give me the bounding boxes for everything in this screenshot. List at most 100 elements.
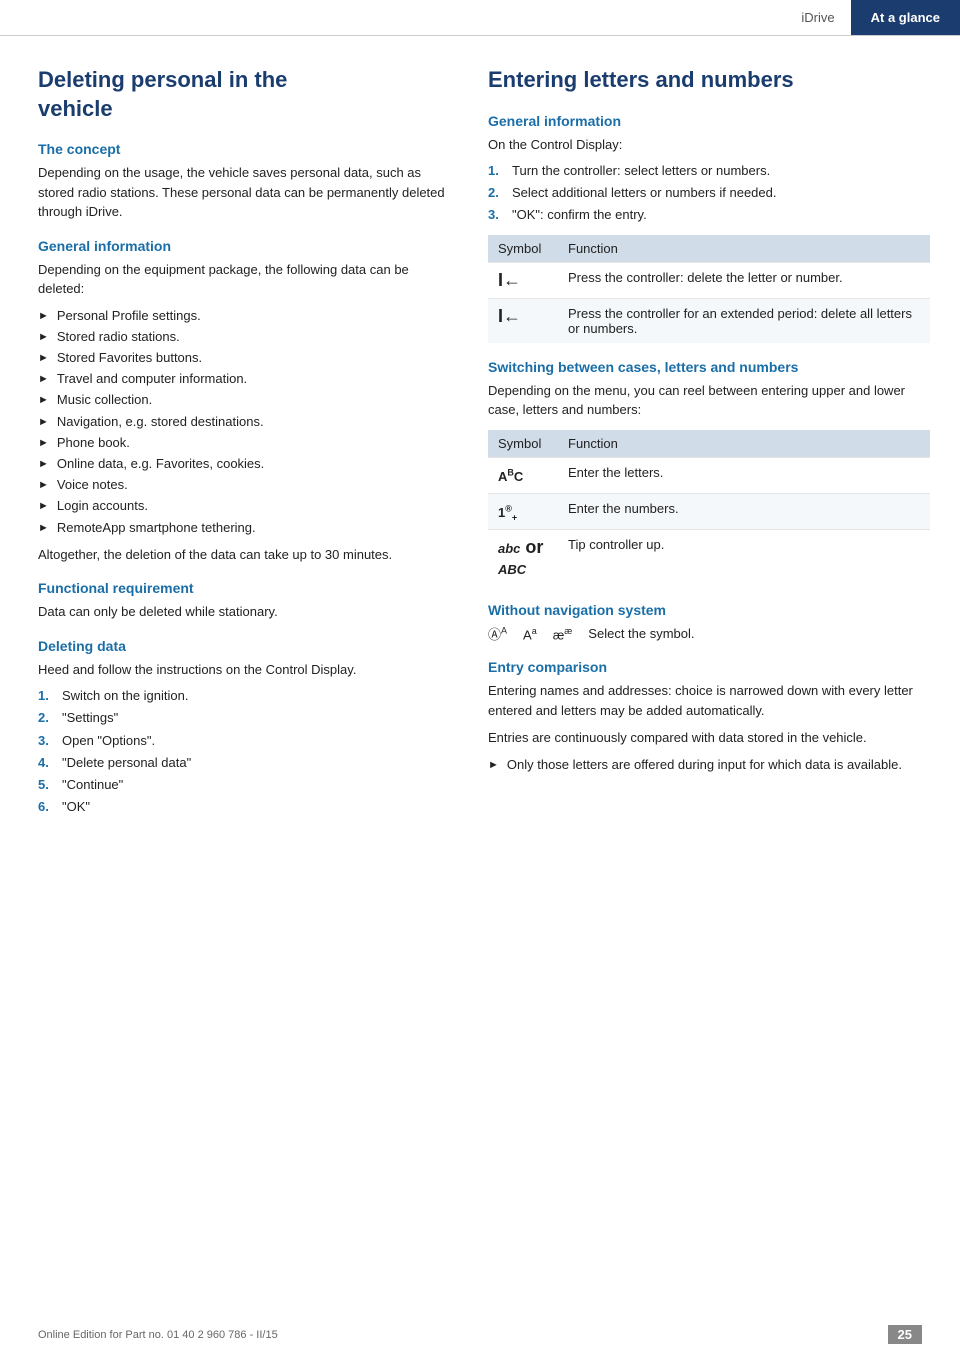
table-symbol: I← [488, 262, 558, 298]
bullet-arrow-icon: ► [38, 330, 49, 345]
left-section3-body: Data can only be deleted while stationar… [38, 602, 458, 622]
right-section1-table: Symbol Function I←Press the controller: … [488, 235, 930, 343]
left-section3-heading: Functional requirement [38, 580, 458, 596]
table-row: I←Press the controller: delete the lette… [488, 262, 930, 298]
table-function: Press the controller for an extended per… [558, 298, 930, 343]
bullet-arrow-icon: ► [38, 436, 49, 451]
bullet-arrow-icon: ► [488, 758, 499, 773]
step-number: 1. [488, 162, 504, 180]
left-section4-heading: Deleting data [38, 638, 458, 654]
bullet-arrow-icon: ► [38, 372, 49, 387]
list-item: ►Phone book. [38, 434, 458, 452]
list-item: ►Personal Profile settings. [38, 307, 458, 325]
table-row: I←Press the controller for an extended p… [488, 298, 930, 343]
bullet-arrow-icon: ► [38, 521, 49, 536]
table2-col1-header: Symbol [488, 430, 558, 458]
nav-symbol-2: Aa [523, 626, 537, 642]
list-item: ►Online data, e.g. Favorites, cookies. [38, 455, 458, 473]
header-idrive-label: iDrive [785, 0, 850, 35]
bullet-arrow-icon: ► [38, 393, 49, 408]
symbol-ABC: ABC [498, 562, 526, 577]
table-symbol: 1®+ [488, 493, 558, 530]
list-item: ►Travel and computer information. [38, 370, 458, 388]
step-number: 3. [488, 206, 504, 224]
symbol-abc: ABC [498, 469, 523, 484]
footer-copyright: Online Edition for Part no. 01 40 2 960 … [38, 1329, 278, 1341]
left-section2-heading: General information [38, 238, 458, 254]
left-section2-bullets: ►Personal Profile settings.►Stored radio… [38, 307, 458, 537]
left-section2-intro: Depending on the equipment package, the … [38, 260, 458, 299]
step-number: 5. [38, 776, 54, 794]
table-function: Press the controller: delete the letter … [558, 262, 930, 298]
symbol-abc-ABC: abc [498, 541, 520, 556]
table-symbol: I← [488, 298, 558, 343]
page-footer: Online Edition for Part no. 01 40 2 960 … [0, 1325, 960, 1344]
list-item: ►Login accounts. [38, 497, 458, 515]
bullet-arrow-icon: ► [38, 309, 49, 324]
left-column: Deleting personal in the vehicle The con… [38, 66, 458, 824]
list-item: 6."OK" [38, 798, 458, 816]
left-page-title: Deleting personal in the vehicle [38, 66, 458, 123]
right-section2-intro: Depending on the menu, you can reel betw… [488, 381, 930, 420]
list-item: 2."Settings" [38, 709, 458, 727]
right-section4-bullets: ► Only those letters are offered during … [488, 756, 930, 774]
header-at-a-glance-label: At a glance [851, 0, 960, 35]
table-symbol: ABC [488, 457, 558, 493]
bullet-arrow-icon: ► [38, 415, 49, 430]
right-section4-body2: Entries are continuously compared with d… [488, 728, 930, 748]
page-header: iDrive At a glance [0, 0, 960, 36]
list-item: ►Music collection. [38, 391, 458, 409]
list-item: ► Only those letters are offered during … [488, 756, 930, 774]
table-function: Enter the letters. [558, 457, 930, 493]
step-number: 2. [488, 184, 504, 202]
list-item: 1.Switch on the ignition. [38, 687, 458, 705]
step-number: 2. [38, 709, 54, 727]
right-page-title: Entering letters and numbers [488, 66, 930, 95]
table-row: 1®+ Enter the numbers. [488, 493, 930, 530]
bullet-arrow-icon: ► [38, 499, 49, 514]
page-number: 25 [888, 1325, 922, 1344]
left-section4-intro: Heed and follow the instructions on the … [38, 660, 458, 680]
right-section3-heading: Without navigation system [488, 602, 930, 618]
right-column: Entering letters and numbers General inf… [488, 66, 930, 824]
nav-symbol-3: ææ [553, 626, 573, 642]
list-item: ►Voice notes. [38, 476, 458, 494]
table1-col1-header: Symbol [488, 235, 558, 263]
right-section1-heading: General information [488, 113, 930, 129]
nav-symbol-select-text: Select the symbol. [588, 626, 694, 641]
table1-col2-header: Function [558, 235, 930, 263]
step-number: 6. [38, 798, 54, 816]
table-row: ABC Enter the letters. [488, 457, 930, 493]
left-section1-heading: The concept [38, 141, 458, 157]
table2-col2-header: Function [558, 430, 930, 458]
main-content: Deleting personal in the vehicle The con… [0, 36, 960, 854]
right-section2-table: Symbol Function ABCEnter the letters.1®+… [488, 430, 930, 587]
right-section3-symbols: ⒶA Aa ææ Select the symbol. [488, 624, 930, 643]
step-number: 4. [38, 754, 54, 772]
list-item: 3.Open "Options". [38, 732, 458, 750]
list-item: ►Navigation, e.g. stored destinations. [38, 413, 458, 431]
table-row: abc or ABCTip controller up. [488, 530, 930, 587]
bullet-arrow-icon: ► [38, 351, 49, 366]
right-section2-heading: Switching between cases, letters and num… [488, 359, 930, 375]
step-number: 3. [38, 732, 54, 750]
list-item: 3."OK": confirm the entry. [488, 206, 930, 224]
list-item: 4."Delete personal data" [38, 754, 458, 772]
left-section4-steps: 1.Switch on the ignition. 2."Settings" 3.O… [38, 687, 458, 816]
right-section4-heading: Entry comparison [488, 659, 930, 675]
list-item: 5."Continue" [38, 776, 458, 794]
left-section2-footer: Altogether, the deletion of the data can… [38, 545, 458, 565]
list-item: ►Stored Favorites buttons. [38, 349, 458, 367]
list-item: 2.Select additional letters or numbers i… [488, 184, 930, 202]
bullet-arrow-icon: ► [38, 457, 49, 472]
table-function: Enter the numbers. [558, 493, 930, 530]
step-number: 1. [38, 687, 54, 705]
right-section4-bullet: Only those letters are offered during in… [507, 756, 902, 774]
left-section1-body: Depending on the usage, the vehicle save… [38, 163, 458, 222]
right-section4-body1: Entering names and addresses: choice is … [488, 681, 930, 720]
symbol-num: 1®+ [498, 505, 517, 520]
bullet-arrow-icon: ► [38, 478, 49, 493]
right-section1-steps: 1.Turn the controller: select letters or… [488, 162, 930, 225]
table-function: Tip controller up. [558, 530, 930, 587]
list-item: ►RemoteApp smartphone tethering. [38, 519, 458, 537]
